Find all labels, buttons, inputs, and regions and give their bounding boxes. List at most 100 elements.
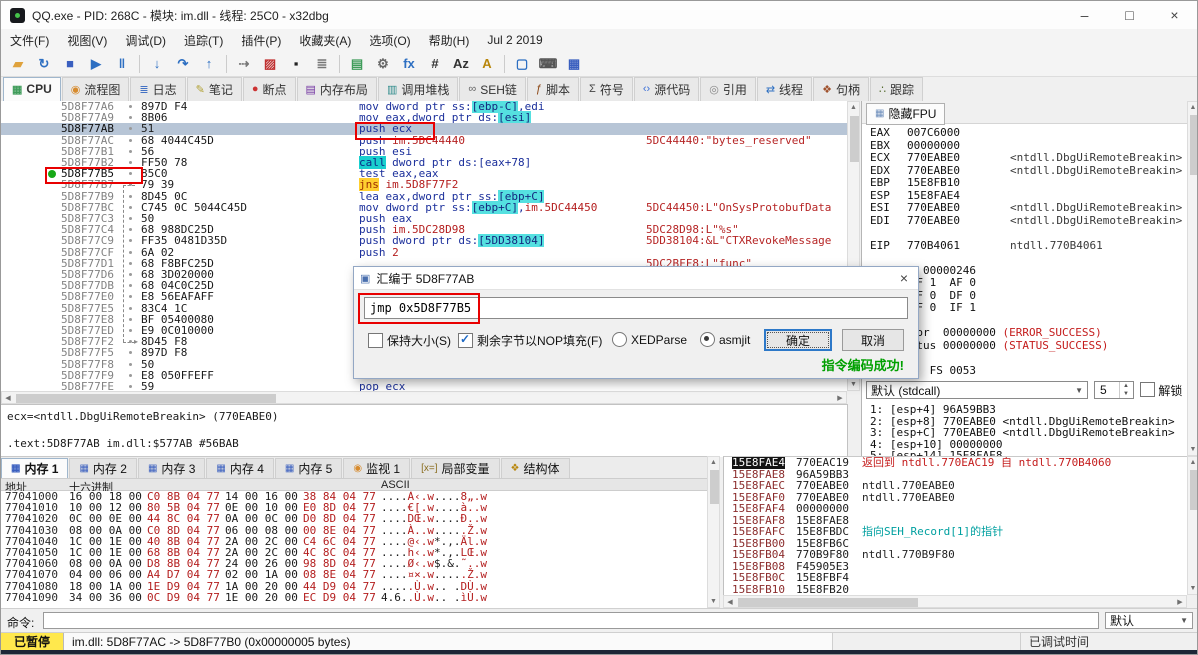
fill-nop-checkbox[interactable]: 剩余字节以NOP填充(F) [458, 332, 602, 349]
stack-row[interactable]: 15E8FB10 15E8FB20 [724, 583, 1187, 596]
restart-icon[interactable]: ↻ [32, 53, 56, 75]
views-icon[interactable]: ▦ [562, 53, 586, 75]
view-tab-7[interactable]: ∞ SEH链 [459, 77, 526, 101]
memory-map-icon[interactable]: ▤ [345, 53, 369, 75]
menu-item-5[interactable]: 收藏夹(A) [290, 30, 360, 51]
dump-vscrollbar[interactable]: ▲ ▼ [707, 456, 720, 608]
maximize-button[interactable]: □ [1107, 1, 1152, 29]
stack-row[interactable]: 15E8FB00 15E8FB6C [724, 537, 1187, 550]
settings-gear-icon[interactable]: ⚙ [371, 53, 395, 75]
step-into-icon[interactable]: ↓ [145, 53, 169, 75]
close-button[interactable]: × [1152, 1, 1197, 29]
ok-button[interactable]: 确定 [764, 329, 832, 351]
command-input[interactable] [43, 612, 1099, 629]
assemble-fx-icon[interactable]: fx [397, 53, 421, 75]
stack-row[interactable]: 15E8FAF0 770EABE0 ntdll.770EABE0 [724, 491, 1187, 504]
assemble-instruction-input[interactable] [364, 297, 908, 319]
toolbar: ▰ ↻ ■ ▶ ‖ ↓ ↷ ↑ ⇢ ▨ ▪ ≣ ▤ ⚙ fx # Az A ▢ ⌨ ▦ [1, 51, 1197, 77]
step-over-icon[interactable]: ↷ [171, 53, 195, 75]
arg-count-stepper[interactable]: 5 ▲ ▼ [1094, 381, 1134, 399]
dump-body[interactable]: 77041000 16 00 18 00 C0 8B 04 77 14 00 16 0… [1, 491, 707, 608]
stack-row[interactable]: 15E8FAFC 15E8FBDC 指向SEH_Record[1]的指针 [724, 526, 1187, 538]
stack-row[interactable]: 15E8FAEC 770EABE0 ntdll.770EABE0 [724, 480, 1187, 492]
view-tab-13[interactable]: ❖ 句柄 [813, 77, 869, 101]
dump-row[interactable]: 77041070 04 00 06 00 A4 D7 04 77 02 00 1A 0… [1, 569, 707, 580]
dump-tab-5[interactable]: ◉ 监视 1 [343, 458, 411, 478]
stop-icon[interactable]: ■ [58, 53, 82, 75]
cancel-button[interactable]: 取消 [842, 329, 904, 351]
menu-item-2[interactable]: 调试(D) [116, 30, 175, 51]
minimize-button[interactable]: – [1062, 1, 1107, 29]
menu-item-4[interactable]: 插件(P) [232, 30, 290, 51]
dialog-close-icon[interactable]: × [896, 270, 912, 286]
fpu-grid-icon: ▦ [875, 108, 885, 119]
stack-row[interactable]: 15E8FAF4 00000000 [724, 503, 1187, 515]
view-tab-1[interactable]: ◉ 流程图 [61, 77, 130, 101]
step-out-icon[interactable]: ↑ [197, 53, 221, 75]
register-line[interactable]: EIP 770B4061 ntdll.770B4061 [870, 239, 1188, 253]
disasm-row[interactable]: 5D8F77AC 68 4044C45D push im.5DC44440 5DC44… [1, 134, 847, 145]
view-tab-0[interactable]: ▦ CPU [3, 77, 61, 101]
run-icon[interactable]: ▶ [84, 53, 108, 75]
calling-convention-select[interactable]: 默认 (stdcall) ▼ [866, 381, 1088, 399]
register-line[interactable]: EDI 770EABE0 <ntdll.DbgUiRemoteBreakin> [870, 214, 1188, 228]
registers-vscrollbar[interactable]: ▲ ▼ [1187, 101, 1197, 456]
breakpoint-icon[interactable]: ▪ [284, 53, 308, 75]
view-tab-4[interactable]: ● 断点 [242, 77, 296, 101]
stack-row[interactable]: 15E8FB08 F45905E3 [724, 560, 1187, 573]
disasm-row[interactable]: 5D8F77FE 59 pop ecx [1, 381, 847, 391]
disasm-hscrollbar[interactable]: ◀ ▶ [1, 391, 847, 404]
text-az-icon[interactable]: Az [449, 53, 473, 75]
dump-tab-3[interactable]: ▦ 内存 4 [206, 458, 274, 478]
highlight-a-icon[interactable]: A [475, 53, 499, 75]
stack-row[interactable]: 15E8FAE4 770EAC19 返回到 ntdll.770EAC19 自 ntd… [724, 457, 1187, 469]
menu-item-6[interactable]: 选项(O) [360, 30, 419, 51]
view-tab-12[interactable]: ⇄ 线程 [756, 77, 813, 101]
disasm-row[interactable]: 5D8F77BC C745 0C 5044C45D mov dword ptr ss… [1, 200, 847, 214]
keyboard-icon[interactable]: ⌨ [536, 53, 560, 75]
menu-item-0[interactable]: 文件(F) [1, 30, 58, 51]
view-tab-2[interactable]: ≣ 日志 [130, 77, 186, 101]
view-tab-3[interactable]: ✎ 笔记 [186, 77, 242, 101]
dump-row[interactable]: 77041020 0C 00 0E 00 44 8C 04 77 0A 00 0C 0… [1, 513, 707, 524]
keep-size-checkbox[interactable]: 保持大小(S) [368, 332, 451, 349]
stack-row[interactable]: 15E8FB0C 15E8FBF4 [724, 572, 1187, 584]
xedparse-radio[interactable]: XEDParse [612, 332, 687, 347]
view-tab-14[interactable]: ∴ 跟踪 [869, 77, 923, 101]
dump-tab-7[interactable]: ❖ 结构体 [500, 458, 570, 478]
patch-icon[interactable]: ▨ [258, 53, 282, 75]
stack-pane[interactable]: 15E8FAE4 770EAC19 返回到 ntdll.770EAC19 自 ntd… [723, 456, 1187, 595]
unlock-checkbox[interactable]: 解锁 [1140, 381, 1182, 399]
view-tab-6[interactable]: ▥ 调用堆栈 [377, 77, 459, 101]
view-tab-10[interactable]: ‹› 源代码 [633, 77, 700, 101]
view-tab-11[interactable]: ◎ 引用 [700, 77, 756, 101]
stack-row[interactable]: 15E8FAE8 96A59BB3 [724, 468, 1187, 481]
trace-icon[interactable]: ⇢ [232, 53, 256, 75]
disasm-row[interactable]: 5D8F77C9 FF35 0481D35D push dword ptr ds:[… [1, 234, 847, 248]
command-profile-select[interactable]: 默认 ▼ [1105, 612, 1193, 629]
dump-tab-2[interactable]: ▦ 内存 3 [137, 458, 206, 478]
view-tab-9[interactable]: Σ 符号 [580, 77, 633, 101]
open-file-icon[interactable]: ▰ [6, 53, 30, 75]
stack-row[interactable]: 15E8FB04 770B9F80 ntdll.770B9F80 [724, 549, 1187, 561]
stack-hscrollbar[interactable]: ◀ ▶ [723, 595, 1187, 608]
stack-vscrollbar[interactable]: ▲ ▼ [1187, 456, 1197, 595]
hash-icon[interactable]: # [423, 53, 447, 75]
cpu-window-icon[interactable]: ▢ [510, 53, 534, 75]
dump-tab-1[interactable]: ▦ 内存 2 [69, 458, 137, 478]
dump-tab-0[interactable]: ▦ 内存 1 [1, 458, 69, 478]
menu-item-1[interactable]: 视图(V) [58, 30, 116, 51]
breakpoint-dot-icon[interactable] [48, 170, 56, 179]
view-tab-5[interactable]: ▤ 内存布局 [296, 77, 377, 101]
menu-item-7[interactable]: 帮助(H) [420, 30, 479, 51]
asmjit-radio[interactable]: asmjit [700, 332, 750, 347]
menu-item-3[interactable]: 追踪(T) [175, 30, 232, 51]
pause-icon[interactable]: ‖ [110, 53, 134, 75]
disasm-row[interactable]: 5D8F77A9 8B06 mov eax,dword ptr ds:[esi] [1, 111, 847, 125]
log-icon[interactable]: ≣ [310, 53, 334, 75]
dump-tab-4[interactable]: ▦ 内存 5 [274, 458, 343, 478]
dump-tab-6[interactable]: [x=] 局部变量 [411, 458, 500, 478]
dump-row[interactable]: 77041090 34 00 36 00 0C D9 04 77 1E 00 20 0… [1, 592, 707, 603]
hide-fpu-button[interactable]: ▦ 隐藏FPU [866, 103, 946, 125]
view-tab-8[interactable]: ƒ 脚本 [526, 77, 580, 101]
